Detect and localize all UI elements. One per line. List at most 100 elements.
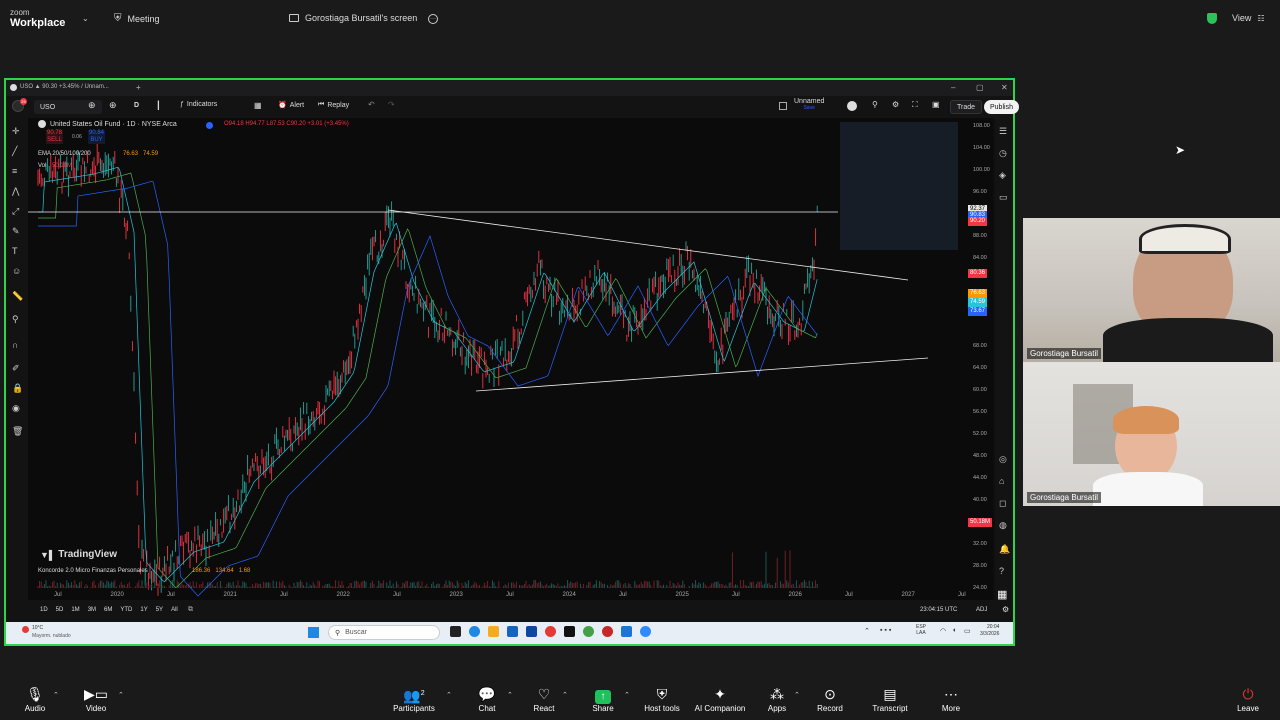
timeframe-button[interactable]: 3M	[88, 607, 96, 613]
trade-button[interactable]: Trade	[950, 100, 983, 114]
participant-video-2[interactable]: Gorostiaga Bursatil	[1023, 362, 1280, 506]
adj-toggle[interactable]: ADJ	[976, 607, 987, 613]
ai-companion-button[interactable]: ✦ AI Companion	[690, 684, 750, 713]
forecast-icon[interactable]: ⤢	[12, 206, 22, 216]
camera-icon[interactable]: ▣	[932, 100, 940, 109]
indicators-button[interactable]: ƒ Indicators	[180, 101, 217, 108]
taskbar-clock[interactable]: 20:04 3/3/2026	[980, 624, 999, 638]
app-icon-edge[interactable]	[469, 626, 480, 637]
participants-button[interactable]: 👥2 Participants	[384, 684, 444, 713]
close-icon[interactable]: ✕	[1001, 83, 1008, 92]
settings-icon[interactable]: ⚙	[892, 100, 899, 109]
transcript-button[interactable]: ▤ Transcript	[860, 684, 920, 713]
app-icon-spotify[interactable]	[583, 626, 594, 637]
utc-clock[interactable]: 23:04:15 UTC	[920, 607, 957, 613]
tray-chevron-icon[interactable]: ⌃	[864, 627, 870, 635]
participant-video-1[interactable]: Gorostiaga Bursatil	[1023, 218, 1280, 362]
calendar-icon[interactable]: ▭	[999, 192, 1008, 203]
interval-button[interactable]: D	[134, 102, 139, 109]
chart-area[interactable]: United States Oil Fund · 1D · NYSE Arca …	[28, 118, 993, 600]
maximize-icon[interactable]: ▢	[976, 83, 984, 92]
compare-symbol-icon[interactable]: ⊕	[88, 100, 96, 111]
chevron-down-icon[interactable]: ⌄	[82, 14, 89, 23]
app-icon-vscode[interactable]	[526, 626, 537, 637]
timeframe-button[interactable]: 5D	[56, 607, 64, 613]
help-icon[interactable]: ?	[999, 566, 1004, 576]
windows-start-icon[interactable]	[308, 627, 319, 638]
app-icon-tradingview[interactable]	[564, 626, 575, 637]
meeting-info-button[interactable]: ⛨ Meeting	[114, 13, 160, 24]
timeframe-button[interactable]: All	[171, 607, 178, 613]
text-icon[interactable]: T	[12, 246, 22, 256]
sell-button[interactable]: 90.78 SELL	[46, 130, 64, 144]
share-options-icon[interactable]: ···	[428, 14, 438, 24]
redo-icon[interactable]: ↷	[388, 100, 395, 109]
chat-icon[interactable]: ◻	[999, 498, 1006, 509]
ideas-icon[interactable]: ⌂	[999, 476, 1004, 486]
settings-gear-icon[interactable]: ⚙	[1002, 605, 1009, 614]
price-chart[interactable]	[28, 118, 993, 600]
app-icon-store[interactable]	[507, 626, 518, 637]
date-range-icon[interactable]: ⧉	[188, 606, 193, 614]
fib-icon[interactable]: ≡	[12, 166, 22, 176]
layout-name-button[interactable]: Unnamed Save	[794, 98, 824, 112]
streams-icon[interactable]: ◍	[999, 520, 1007, 531]
lock-icon[interactable]: 🔒	[12, 383, 23, 393]
more-button[interactable]: ⋯ More	[921, 684, 981, 713]
react-options-chevron-icon[interactable]: ⌃	[562, 691, 568, 699]
apps-options-chevron-icon[interactable]: ⌃	[794, 691, 800, 699]
quick-search-icon[interactable]: ⚲	[872, 100, 878, 109]
alert-button[interactable]: ⏰ Alert	[278, 101, 304, 110]
taskbar-search[interactable]: ⚲ Buscar	[328, 625, 440, 640]
trendline-icon[interactable]: ╱	[12, 146, 22, 156]
app-icon-zoom[interactable]	[640, 626, 651, 637]
ruler-icon[interactable]: 📏	[12, 291, 23, 301]
alerts-clock-icon[interactable]: ◷	[999, 148, 1007, 159]
ascending-trendline[interactable]	[475, 357, 929, 392]
volume-icon[interactable]: ◖	[952, 627, 956, 634]
notifications-icon[interactable]: 🔔	[999, 544, 1010, 555]
video-options-chevron-icon[interactable]: ⌃	[118, 691, 124, 699]
battery-icon[interactable]: ▭	[964, 627, 971, 635]
volume-legend[interactable]: Vol	[38, 163, 46, 169]
language-indicator[interactable]: ESP LAA	[916, 624, 926, 636]
share-options-chevron-icon[interactable]: ⌃	[624, 691, 630, 699]
target-icon[interactable]: ◎	[999, 454, 1007, 465]
candles-style-icon[interactable]: ┃	[156, 101, 161, 110]
record-button[interactable]: ⊙ Record	[800, 684, 860, 713]
fullscreen-icon[interactable]: ⛶	[912, 100, 918, 110]
publish-button[interactable]: Publish	[984, 100, 1019, 114]
timeframe-button[interactable]: 1Y	[140, 607, 147, 613]
timeframe-button[interactable]: 1D	[40, 607, 48, 613]
brush-icon[interactable]: ✎	[12, 226, 22, 236]
timeframe-button[interactable]: 1M	[71, 607, 79, 613]
minimize-icon[interactable]: –	[951, 83, 955, 92]
replay-button[interactable]: ⏮ Replay	[318, 101, 349, 109]
watchlist-icon[interactable]: ☰	[999, 126, 1007, 137]
timeframe-button[interactable]: YTD	[120, 607, 132, 613]
leave-button[interactable]: ⏻ Leave	[1218, 684, 1278, 713]
layout-toggle-icon[interactable]	[847, 101, 857, 111]
ema-legend[interactable]: EMA 20/50/100/200	[38, 151, 91, 157]
undo-icon[interactable]: ↶	[368, 100, 375, 109]
app-icon-terminal[interactable]	[450, 626, 461, 637]
timeframe-button[interactable]: 6M	[104, 607, 112, 613]
video-button[interactable]: ▶▭ Video	[66, 684, 126, 713]
lock-drawing-icon[interactable]: ✐	[12, 363, 22, 373]
participants-options-chevron-icon[interactable]: ⌃	[446, 691, 452, 699]
timeframe-button[interactable]: 5Y	[156, 607, 163, 613]
host-tools-button[interactable]: ⛨ Host tools	[632, 684, 692, 713]
descending-trendline[interactable]	[387, 209, 909, 281]
app-icon-chrome[interactable]	[545, 626, 556, 637]
pattern-icon[interactable]: ⋀	[12, 186, 22, 196]
magnet-icon[interactable]: ∩	[12, 340, 22, 350]
koncorde-legend[interactable]: Koncorde 2.0 Micro Finanzas Personales	[38, 568, 148, 574]
app-icon-vs[interactable]	[621, 626, 632, 637]
buy-button[interactable]: 90.84 BUY	[88, 130, 106, 144]
crosshair-icon[interactable]: ✛	[12, 126, 22, 136]
eye-icon[interactable]: ◉	[12, 403, 22, 413]
app-icon-other[interactable]	[602, 626, 613, 637]
wifi-icon[interactable]: ◠	[940, 627, 946, 635]
layers-icon[interactable]: ◈	[999, 170, 1006, 181]
view-button[interactable]: View ☷	[1232, 13, 1265, 23]
